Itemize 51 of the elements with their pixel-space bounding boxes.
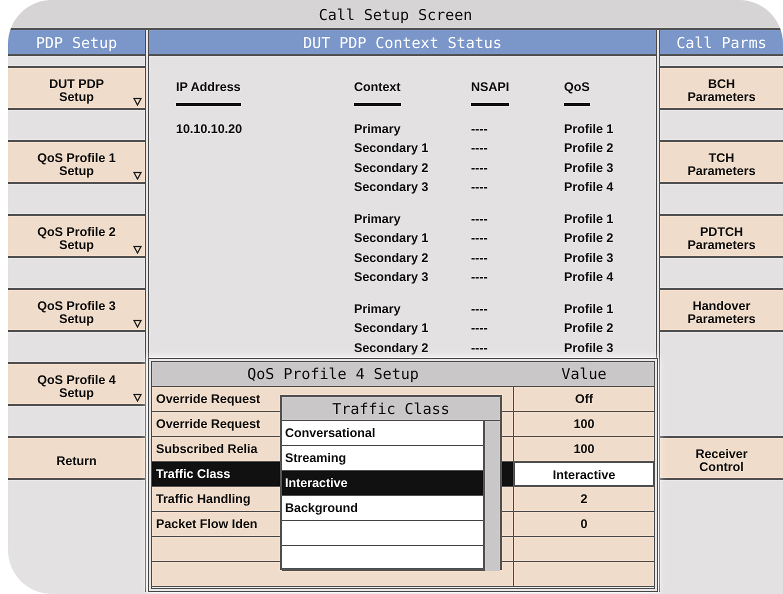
- table-cell-text: ----: [471, 250, 489, 267]
- value-cell: Off: [514, 387, 654, 411]
- column-header: Context: [354, 78, 401, 106]
- value-cell: 100: [514, 437, 654, 461]
- table-cell-text: Secondary 3: [354, 179, 430, 196]
- table-cell-text: Secondary 2: [354, 250, 430, 267]
- column-header: NSAPI: [471, 78, 510, 106]
- value-cell: 0: [514, 512, 654, 536]
- table-cell-text: Profile 2: [564, 320, 614, 338]
- value-cell: 100: [514, 412, 654, 436]
- table-cell-text: ----: [471, 300, 489, 318]
- table-cell-text: ----: [471, 160, 489, 177]
- table-cell-text: Secondary 3: [354, 269, 430, 286]
- value-cell: 2: [514, 487, 654, 511]
- column-header: QoS Profile 4 Setup: [152, 362, 514, 386]
- table-cell-text: ----: [471, 140, 489, 158]
- table-cell-text: Profile 4: [564, 179, 614, 196]
- panel-title: DUT PDP Context Status: [149, 30, 656, 56]
- table-cell-text: Profile 1: [564, 120, 614, 138]
- table-cell-text: Profile 3: [564, 250, 614, 267]
- table-cell-text: 10.10.10.20: [176, 120, 244, 138]
- table-cell-text: Primary: [354, 300, 402, 318]
- table-cell-text: Profile 1: [564, 300, 614, 318]
- panel-title: Call Parms: [660, 30, 783, 56]
- value-cell: Interactive: [514, 462, 654, 486]
- window-title: Call Setup Screen: [8, 0, 783, 30]
- table-cell-text: Profile 4: [564, 269, 614, 286]
- table-cell-text: Profile 3: [564, 160, 614, 177]
- table-cell-text: ----: [471, 179, 489, 196]
- table-cell-text: Profile 2: [564, 230, 614, 248]
- table-cell-text: Primary: [354, 120, 402, 138]
- table-cell-text: Profile 1: [564, 210, 614, 228]
- column-header: Value: [514, 362, 654, 386]
- table-cell-text: Secondary 2: [354, 160, 430, 177]
- table-cell-text: Secondary 2: [354, 340, 430, 357]
- table-cell-text: Secondary 1: [354, 320, 430, 338]
- table-cell-text: ----: [471, 210, 489, 228]
- table-cell-text: Profile 3: [564, 340, 614, 357]
- table-cell-text: Profile 2: [564, 140, 614, 158]
- column-header: QoS: [564, 78, 590, 106]
- table-cell-text: Primary: [354, 210, 402, 228]
- table-cell-text: ----: [471, 120, 489, 138]
- column-header: IP Address: [176, 78, 241, 106]
- table-cell-text: Secondary 1: [354, 140, 430, 158]
- table-cell-text: ----: [471, 320, 489, 338]
- table-cell-text: ----: [471, 340, 489, 357]
- table-cell-text: Secondary 1: [354, 230, 430, 248]
- panel-title: PDP Setup: [8, 30, 145, 56]
- table-cell-text: ----: [471, 269, 489, 286]
- table-cell-text: ----: [471, 230, 489, 248]
- popup-title: Traffic Class: [282, 397, 500, 421]
